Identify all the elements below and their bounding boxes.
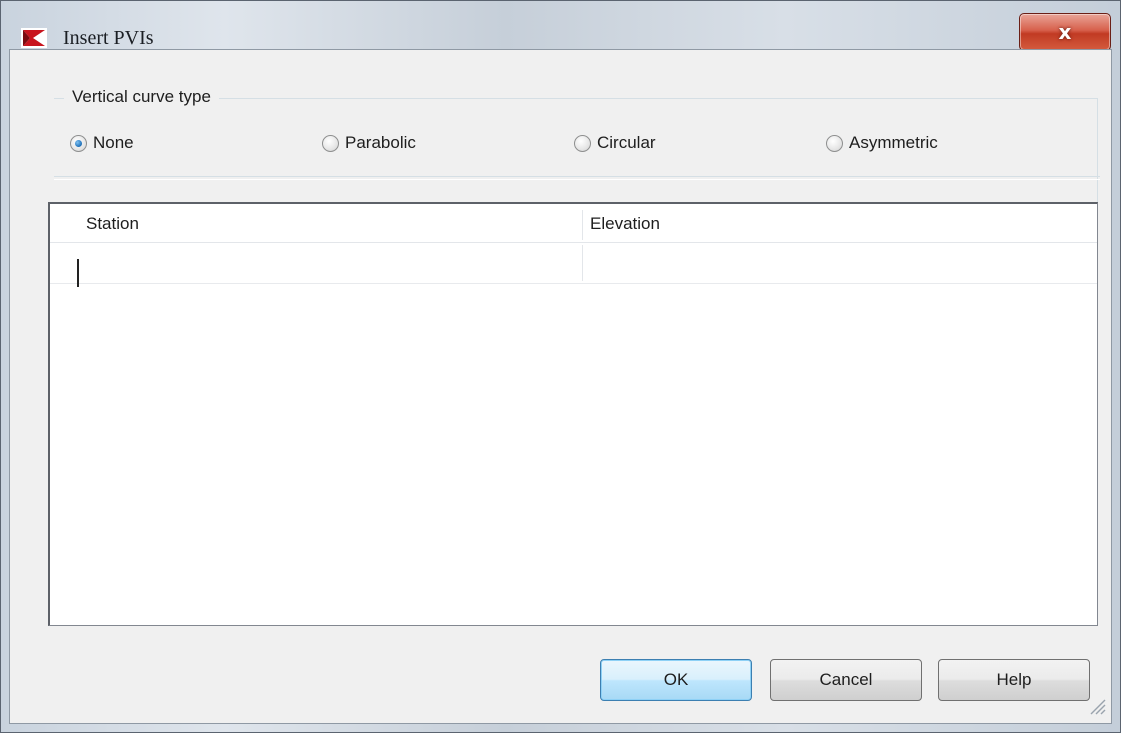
help-button[interactable]: Help	[938, 659, 1090, 701]
text-cursor	[77, 259, 79, 287]
column-header-station[interactable]: Station	[86, 204, 139, 242]
radio-checked-icon	[70, 134, 87, 152]
column-header-elevation[interactable]: Elevation	[590, 204, 660, 242]
vertical-curve-type-group	[54, 98, 1098, 218]
close-icon: x	[1058, 20, 1072, 44]
separator	[54, 176, 1100, 180]
radio-unchecked-icon	[826, 134, 843, 152]
cancel-button[interactable]: Cancel	[770, 659, 922, 701]
dialog-body: Vertical curve type None Parabolic Circu…	[9, 49, 1112, 724]
ok-button[interactable]: OK	[600, 659, 752, 701]
radio-label: Parabolic	[345, 133, 416, 152]
title-bar[interactable]: Insert PVIs x	[1, 1, 1120, 51]
radio-label: Circular	[597, 133, 656, 152]
table-header: Station Elevation	[50, 204, 1097, 243]
resize-grip-icon[interactable]	[1087, 696, 1107, 716]
app-logo-icon	[21, 28, 47, 48]
radio-unchecked-icon	[574, 134, 591, 152]
insert-pvis-dialog: Insert PVIs x Vertical curve type None P…	[0, 0, 1121, 733]
radio-parabolic[interactable]: Parabolic	[322, 132, 416, 154]
radio-asymmetric[interactable]: Asymmetric	[826, 132, 938, 154]
elevation-cell[interactable]	[583, 243, 1098, 283]
table-row[interactable]	[50, 243, 1097, 284]
radio-label: Asymmetric	[849, 133, 938, 152]
group-legend: Vertical curve type	[64, 87, 219, 107]
radio-circular[interactable]: Circular	[574, 132, 656, 154]
station-cell[interactable]	[50, 243, 582, 283]
radio-unchecked-icon	[322, 134, 339, 152]
close-button[interactable]: x	[1019, 13, 1111, 51]
pvi-table[interactable]: Station Elevation	[48, 202, 1098, 626]
radio-label: None	[93, 133, 134, 152]
column-divider[interactable]	[582, 210, 583, 240]
radio-none[interactable]: None	[70, 132, 134, 154]
window-title: Insert PVIs	[63, 27, 154, 49]
